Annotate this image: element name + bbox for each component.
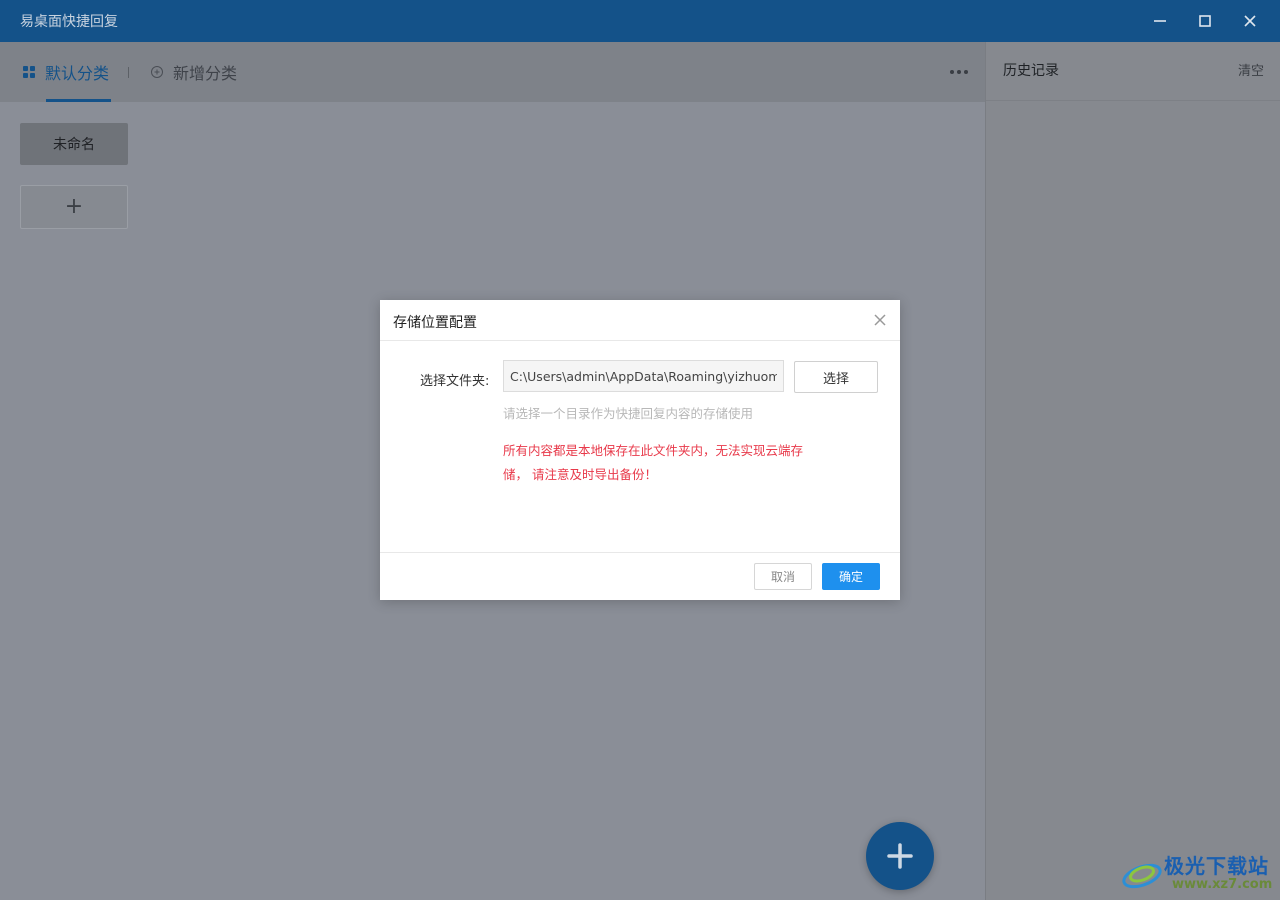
maximize-button[interactable] — [1188, 6, 1222, 36]
warning-line: 所有内容都是本地保存在此文件夹内，无法实现云端存 — [503, 443, 804, 458]
plus-icon — [887, 843, 913, 869]
close-icon — [1244, 15, 1256, 27]
tab-new-label: 新增分类 — [173, 64, 238, 83]
clear-history-button[interactable]: 清空 — [1238, 60, 1264, 79]
tab-default-category[interactable]: 默认分类 — [22, 42, 112, 102]
minimize-button[interactable] — [1143, 6, 1177, 36]
folder-field-label: 选择文件夹: — [420, 374, 490, 389]
tab-divider — [128, 67, 129, 78]
add-reply-fab[interactable] — [866, 822, 934, 890]
close-window-button[interactable] — [1233, 6, 1267, 36]
history-title: 历史记录 — [1003, 63, 1059, 79]
dialog-close-button[interactable] — [871, 311, 889, 329]
site-watermark: 极光下载站 www.xz7.com — [1120, 848, 1275, 896]
cancel-button[interactable]: 取消 — [754, 563, 812, 590]
dialog-header: 存储位置配置 — [380, 300, 900, 341]
close-icon — [874, 314, 886, 326]
plus-circle-icon — [151, 66, 163, 78]
minimize-icon — [1154, 20, 1166, 22]
more-dot — [957, 70, 961, 74]
tab-default-label: 默认分类 — [45, 64, 110, 83]
dialog-title: 存储位置配置 — [393, 315, 477, 331]
title-bar: 易桌面快捷回复 — [0, 0, 1280, 42]
more-options-button[interactable] — [947, 62, 971, 82]
folder-hint: 请选择一个目录作为快捷回复内容的存储使用 — [503, 406, 754, 421]
tab-bar: 默认分类 新增分类 — [0, 42, 985, 102]
window-title: 易桌面快捷回复 — [20, 14, 118, 30]
warning-line: 储， 请注意及时导出备份！ — [503, 467, 657, 482]
history-divider — [986, 100, 1280, 101]
folder-path-input[interactable] — [503, 360, 784, 392]
more-dot — [950, 70, 954, 74]
plus-icon: + — [64, 194, 84, 219]
dialog-footer: 取消 确定 — [380, 552, 900, 601]
watermark-logo-icon — [1122, 863, 1162, 889]
maximize-icon — [1199, 15, 1211, 27]
tab-add-category[interactable]: 新增分类 — [150, 42, 237, 102]
choose-folder-button[interactable]: 选择 — [794, 361, 878, 393]
category-item[interactable]: 未命名 — [20, 123, 128, 165]
add-item-button[interactable]: + — [20, 185, 128, 229]
storage-warning: 所有内容都是本地保存在此文件夹内，无法实现云端存 储， 请注意及时导出备份！ — [503, 439, 848, 487]
watermark-url: www.xz7.com — [1172, 877, 1273, 892]
more-dot — [964, 70, 968, 74]
history-panel: 历史记录 清空 — [985, 42, 1280, 900]
confirm-button[interactable]: 确定 — [822, 563, 880, 590]
watermark-name: 极光下载站 — [1164, 854, 1269, 878]
grid-icon — [23, 66, 35, 78]
storage-config-dialog: 存储位置配置 选择文件夹: 选择 请选择一个目录作为快捷回复内容的存储使用 所有… — [380, 300, 900, 600]
